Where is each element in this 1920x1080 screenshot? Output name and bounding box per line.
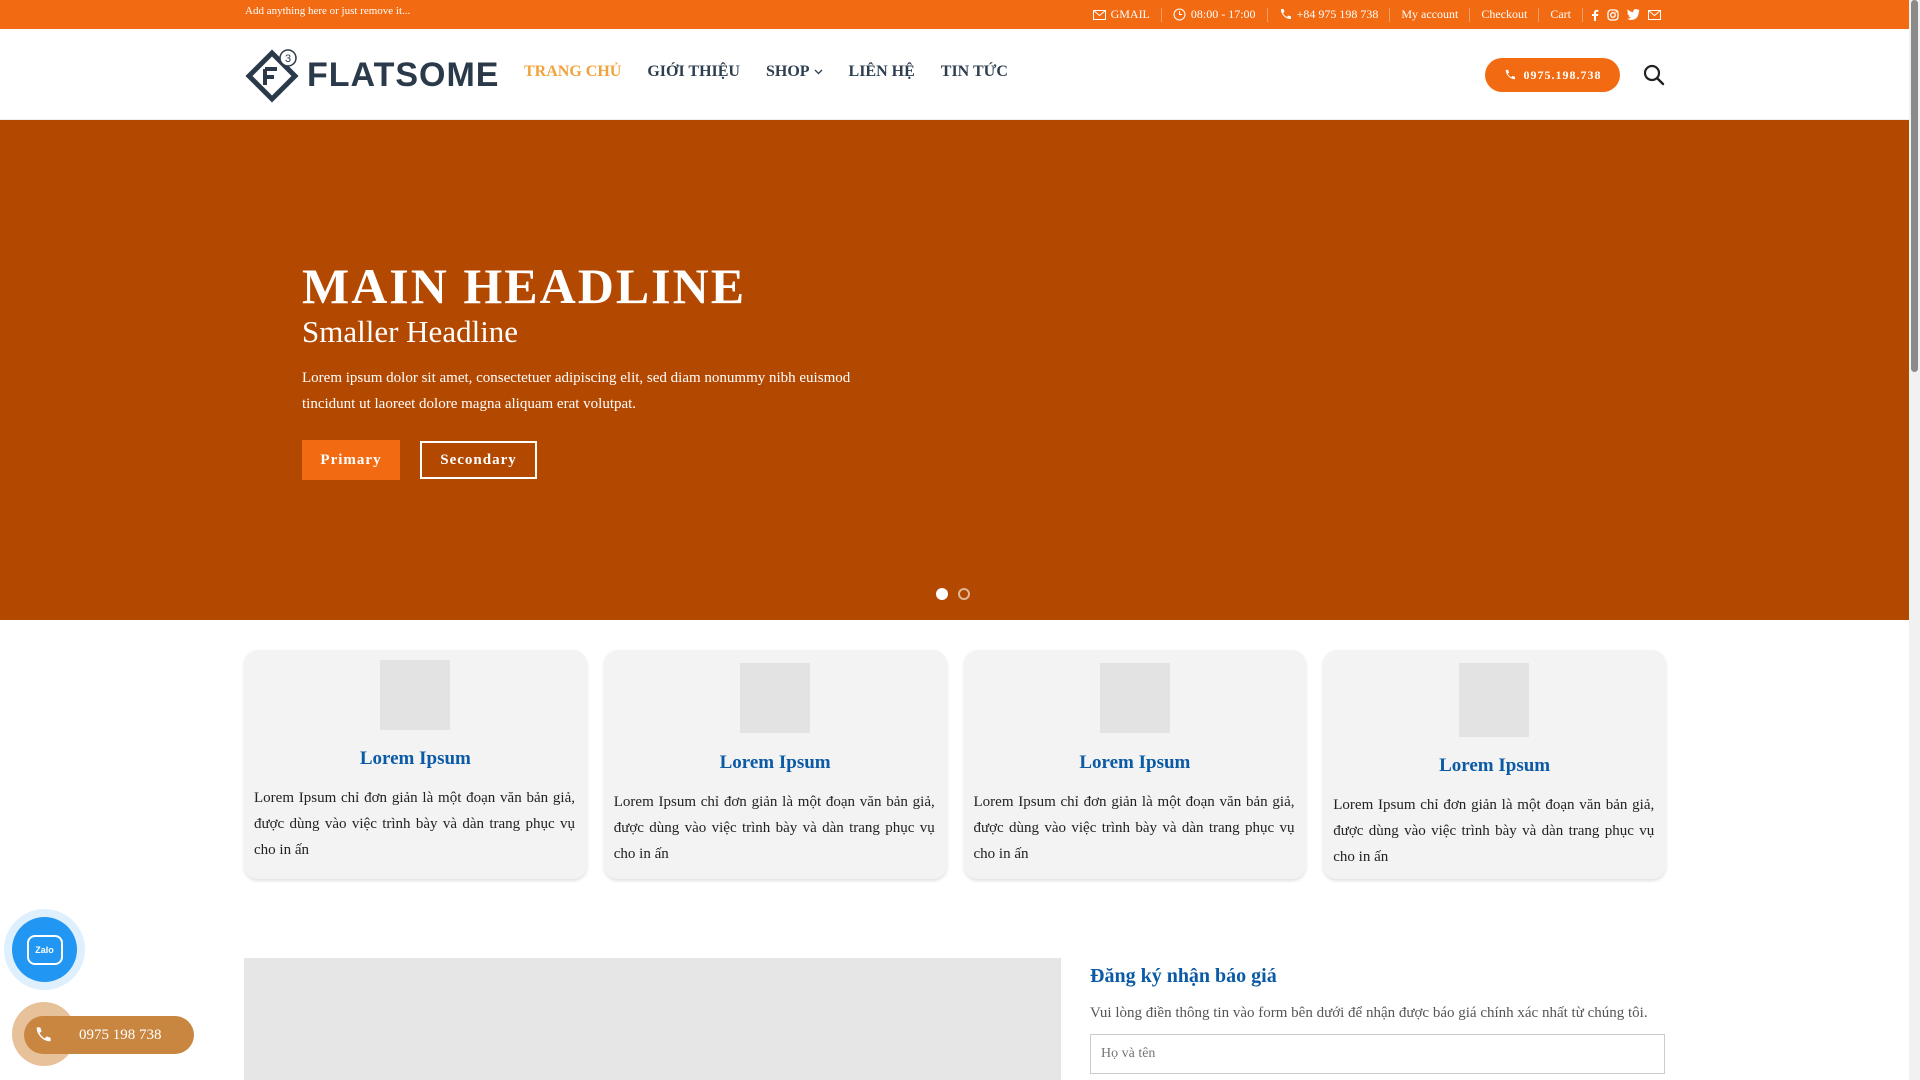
top-bar-links: GMAIL 08:00 - 17:00 +84 975 198 738 My a… [1082, 0, 1661, 29]
nav-shop[interactable]: SHOP [766, 63, 823, 81]
hours-label: 08:00 - 17:00 [1190, 7, 1256, 21]
card-title: Lorem Ipsum [1079, 752, 1191, 773]
nav-label: LIÊN HỆ [848, 63, 915, 80]
hero-subheadline: Smaller Headline [302, 314, 519, 349]
card-image [1459, 663, 1530, 737]
logo-badge: 3 [285, 53, 291, 65]
feature-card: Lorem Ipsum Lorem Ipsum chỉ đơn giản là … [1323, 650, 1666, 879]
slider-dot-2[interactable] [958, 588, 970, 600]
card-text: Lorem Ipsum chỉ đơn giản là một đoạn văn… [254, 790, 575, 858]
header-phone-button[interactable]: 0975.198.738 [1485, 58, 1620, 92]
hero-headline: MAIN HEADLINE [302, 258, 747, 314]
page-scrollbar[interactable] [1909, 0, 1920, 1080]
mail-icon [1092, 9, 1106, 20]
quote-title: Đăng ký nhận báo giá [1090, 965, 1277, 987]
nav-tin-tuc[interactable]: TIN TỨC [941, 63, 1008, 81]
feature-card: Lorem Ipsum Lorem Ipsum chỉ đơn giản là … [963, 650, 1307, 879]
quote-description: Vui lòng điền thông tin vào form bên dướ… [1090, 1005, 1648, 1021]
phone-icon [1505, 69, 1515, 80]
card-text: Lorem Ipsum chỉ đơn giản là một đoạn văn… [973, 794, 1295, 862]
social-links [1591, 8, 1661, 21]
call-button[interactable]: 0975 198 738 [12, 1002, 194, 1066]
quote-form: Đăng ký nhận báo giá Vui lòng điền thông… [1090, 965, 1665, 1074]
slider-dot-1[interactable] [936, 588, 948, 600]
gmail-label: GMAIL [1110, 7, 1150, 21]
phone-label: +84 975 198 738 [1296, 7, 1379, 21]
call-label: 0975 198 738 [79, 1026, 162, 1043]
clock-icon [1173, 8, 1186, 21]
feature-card: Lorem Ipsum Lorem Ipsum chỉ đơn giản là … [603, 650, 947, 879]
main-header: 3 FLATSOME TRANG CHỦ GIỚI THIỆU SHOP LIÊ… [0, 29, 1909, 120]
nav-label: TRANG CHỦ [524, 63, 622, 80]
search-icon [1643, 64, 1665, 86]
nav-trang-chu[interactable]: TRANG CHỦ [524, 63, 621, 81]
secondary-button[interactable]: Secondary [420, 441, 537, 479]
nav-label: SHOP [765, 63, 810, 80]
primary-button[interactable]: Primary [302, 440, 400, 480]
top-bar: Add anything here or just remove it... G… [0, 0, 1909, 29]
phone-link[interactable]: +84 975 198 738 [1268, 7, 1391, 22]
map-placeholder [244, 958, 1061, 1080]
logo-text: FLATSOME [307, 55, 500, 94]
phone-icon [36, 1027, 51, 1042]
zalo-button[interactable]: Zalo [12, 917, 77, 982]
search-button[interactable] [1643, 64, 1665, 86]
card-text: Lorem Ipsum chỉ đơn giản là một đoạn văn… [613, 794, 935, 862]
card-title: Lorem Ipsum [1439, 755, 1551, 776]
card-title: Lorem Ipsum [719, 752, 831, 773]
cart-link[interactable]: Cart [1539, 7, 1583, 22]
zalo-icon: Zalo [26, 934, 63, 965]
checkout-label: Checkout [1481, 7, 1528, 21]
logo-mark: 3 [245, 49, 299, 103]
nav-label: TIN TỨC [940, 63, 1008, 80]
header-phone-label: 0975.198.738 [1523, 67, 1602, 82]
twitter-icon[interactable] [1627, 9, 1640, 20]
my-account-link[interactable]: My account [1390, 7, 1471, 22]
site-logo[interactable]: 3 FLATSOME [245, 49, 500, 103]
hours-info: 08:00 - 17:00 [1162, 7, 1268, 22]
my-account-label: My account [1401, 7, 1459, 21]
gmail-link[interactable]: GMAIL [1082, 7, 1162, 22]
feature-card: Lorem Ipsum Lorem Ipsum chỉ đơn giản là … [244, 650, 587, 879]
nav-gioi-thieu[interactable]: GIỚI THIỆU [647, 63, 740, 81]
card-image [739, 663, 810, 733]
nav-label: GIỚI THIỆU [647, 63, 740, 80]
cart-label: Cart [1550, 7, 1571, 21]
email-icon[interactable] [1648, 9, 1661, 20]
card-image [1099, 663, 1170, 733]
instagram-icon[interactable] [1607, 8, 1619, 21]
call-icon-circle [26, 1018, 60, 1052]
page: Add anything here or just remove it... G… [0, 0, 1909, 1080]
card-image [380, 660, 450, 730]
nav-lien-he[interactable]: LIÊN HỆ [849, 63, 915, 81]
scrollbar-thumb[interactable] [1911, 0, 1918, 372]
card-text: Lorem Ipsum chỉ đơn giản là một đoạn văn… [1333, 797, 1655, 865]
top-bar-note: Add anything here or just remove it... [245, 5, 411, 17]
feature-cards: Lorem Ipsum Lorem Ipsum chỉ đơn giản là … [244, 650, 1666, 880]
name-input[interactable] [1090, 1034, 1665, 1074]
chevron-down-icon [814, 69, 822, 75]
facebook-icon[interactable] [1591, 9, 1599, 21]
slider-dots [936, 588, 970, 600]
checkout-link[interactable]: Checkout [1470, 7, 1540, 22]
phone-icon [1280, 9, 1291, 20]
card-title: Lorem Ipsum [359, 748, 471, 769]
hero-slider: MAIN HEADLINE Smaller Headline Lorem ips… [0, 120, 1909, 620]
hero-body: Lorem ipsum dolor sit amet, consectetuer… [302, 370, 851, 412]
main-nav: TRANG CHỦ GIỚI THIỆU SHOP LIÊN HỆ TIN TỨ… [524, 63, 1008, 81]
